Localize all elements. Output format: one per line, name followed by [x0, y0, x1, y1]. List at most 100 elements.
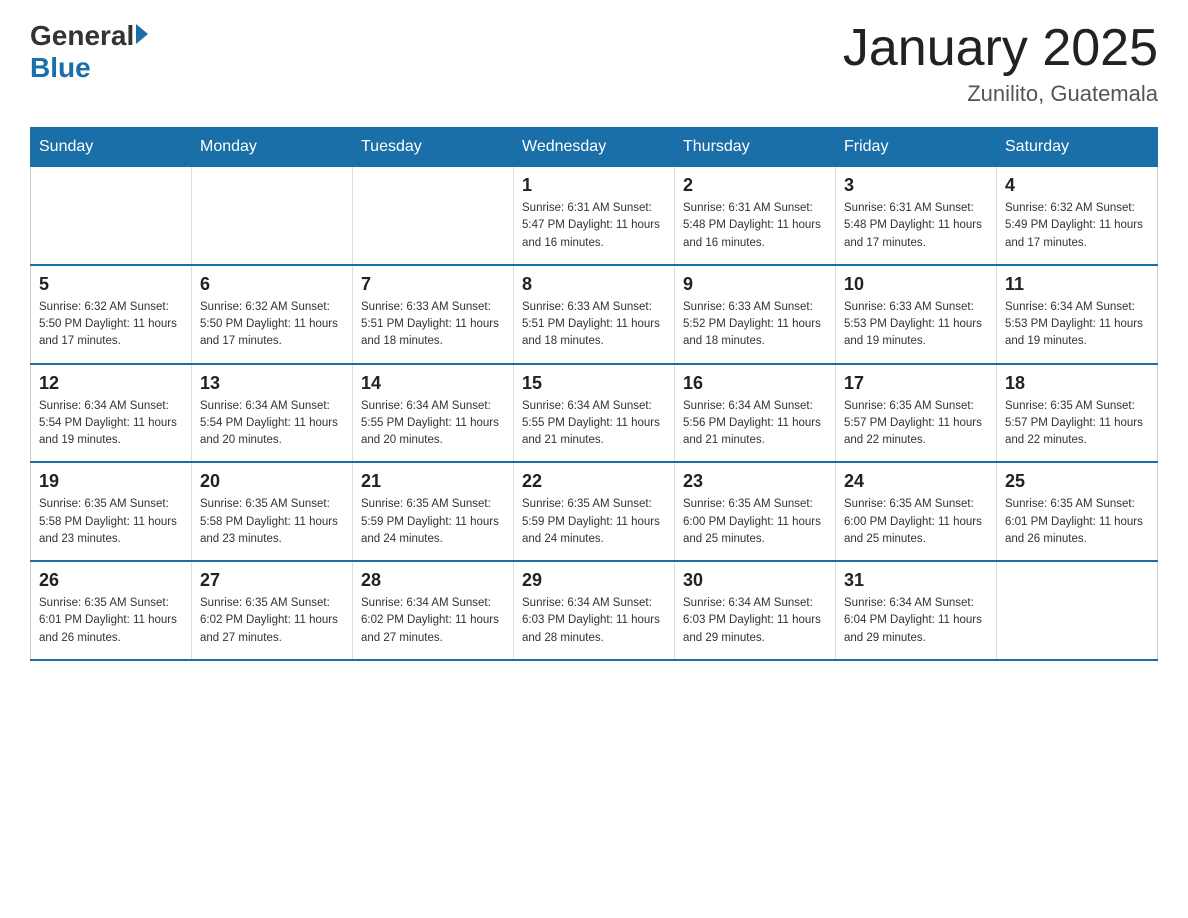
day-info: Sunrise: 6:32 AM Sunset: 5:49 PM Dayligh…	[1005, 200, 1149, 252]
calendar-cell: 18 Sunrise: 6:35 AM Sunset: 5:57 PM Dayli…	[997, 364, 1158, 463]
day-info: Sunrise: 6:31 AM Sunset: 5:48 PM Dayligh…	[683, 200, 827, 252]
calendar-cell: 21 Sunrise: 6:35 AM Sunset: 5:59 PM Dayli…	[353, 462, 514, 561]
calendar-cell: 20Sunrise: 6:35 AM Sunset: 5:58 PM Dayli…	[192, 462, 353, 561]
calendar-cell: 27 Sunrise: 6:35 AM Sunset: 6:02 PM Dayli…	[192, 561, 353, 660]
day-number: 10	[844, 274, 988, 295]
calendar-week-3: 12 Sunrise: 6:34 AM Sunset: 5:54 PM Dayli…	[31, 364, 1158, 463]
day-info: Sunrise: 6:34 AM Sunset: 5:53 PM Dayligh…	[1005, 299, 1149, 351]
title-section: January 2025 Zunilito, Guatemala	[843, 20, 1158, 107]
day-info: Sunrise: 6:35 AM Sunset: 5:58 PM Dayligh…	[39, 496, 183, 548]
day-number: 2	[683, 175, 827, 196]
calendar-cell: 14 Sunrise: 6:34 AM Sunset: 5:55 PM Dayli…	[353, 364, 514, 463]
day-info: Sunrise: 6:35 AM Sunset: 5:59 PM Dayligh…	[522, 496, 666, 548]
day-info: Sunrise: 6:35 AM Sunset: 6:01 PM Dayligh…	[1005, 496, 1149, 548]
day-info: Sunrise: 6:35 AM Sunset: 6:02 PM Dayligh…	[200, 595, 344, 647]
day-info: Sunrise: 6:31 AM Sunset: 5:48 PM Dayligh…	[844, 200, 988, 252]
logo: General Blue	[30, 20, 148, 84]
logo-arrow-icon	[136, 24, 148, 44]
day-number: 22	[522, 471, 666, 492]
day-info: Sunrise: 6:34 AM Sunset: 5:54 PM Dayligh…	[200, 398, 344, 450]
calendar-cell	[353, 167, 514, 265]
day-info: Sunrise: 6:34 AM Sunset: 5:55 PM Dayligh…	[522, 398, 666, 450]
calendar-cell: 28Sunrise: 6:34 AM Sunset: 6:02 PM Dayli…	[353, 561, 514, 660]
calendar-cell: 2 Sunrise: 6:31 AM Sunset: 5:48 PM Daylig…	[675, 167, 836, 265]
day-info: Sunrise: 6:34 AM Sunset: 5:54 PM Dayligh…	[39, 398, 183, 450]
calendar-cell: 9 Sunrise: 6:33 AM Sunset: 5:52 PM Daylig…	[675, 265, 836, 364]
day-number: 28	[361, 570, 505, 591]
calendar-cell: 4 Sunrise: 6:32 AM Sunset: 5:49 PM Daylig…	[997, 167, 1158, 265]
day-number: 15	[522, 373, 666, 394]
calendar-cell: 19Sunrise: 6:35 AM Sunset: 5:58 PM Dayli…	[31, 462, 192, 561]
calendar-cell	[997, 561, 1158, 660]
calendar-cell: 7Sunrise: 6:33 AM Sunset: 5:51 PM Daylig…	[353, 265, 514, 364]
day-number: 9	[683, 274, 827, 295]
calendar-cell: 25Sunrise: 6:35 AM Sunset: 6:01 PM Dayli…	[997, 462, 1158, 561]
day-number: 11	[1005, 274, 1149, 295]
day-info: Sunrise: 6:35 AM Sunset: 5:59 PM Dayligh…	[361, 496, 505, 548]
day-info: Sunrise: 6:34 AM Sunset: 5:55 PM Dayligh…	[361, 398, 505, 450]
calendar-cell: 3Sunrise: 6:31 AM Sunset: 5:48 PM Daylig…	[836, 167, 997, 265]
calendar-cell: 12 Sunrise: 6:34 AM Sunset: 5:54 PM Dayli…	[31, 364, 192, 463]
day-number: 20	[200, 471, 344, 492]
calendar-cell: 26 Sunrise: 6:35 AM Sunset: 6:01 PM Dayli…	[31, 561, 192, 660]
day-info: Sunrise: 6:33 AM Sunset: 5:53 PM Dayligh…	[844, 299, 988, 351]
calendar-header-row: SundayMondayTuesdayWednesdayThursdayFrid…	[31, 128, 1158, 167]
day-number: 31	[844, 570, 988, 591]
day-number: 6	[200, 274, 344, 295]
page-header: General Blue January 2025 Zunilito, Guat…	[30, 20, 1158, 107]
calendar-cell: 5Sunrise: 6:32 AM Sunset: 5:50 PM Daylig…	[31, 265, 192, 364]
day-info: Sunrise: 6:35 AM Sunset: 6:01 PM Dayligh…	[39, 595, 183, 647]
day-header-thursday: Thursday	[675, 128, 836, 167]
day-info: Sunrise: 6:35 AM Sunset: 6:00 PM Dayligh…	[683, 496, 827, 548]
day-info: Sunrise: 6:35 AM Sunset: 5:57 PM Dayligh…	[844, 398, 988, 450]
calendar-cell: 24 Sunrise: 6:35 AM Sunset: 6:00 PM Dayli…	[836, 462, 997, 561]
day-number: 26	[39, 570, 183, 591]
day-header-saturday: Saturday	[997, 128, 1158, 167]
day-info: Sunrise: 6:34 AM Sunset: 6:03 PM Dayligh…	[522, 595, 666, 647]
calendar-cell: 23 Sunrise: 6:35 AM Sunset: 6:00 PM Dayli…	[675, 462, 836, 561]
day-number: 5	[39, 274, 183, 295]
calendar-title: January 2025	[843, 20, 1158, 77]
day-header-friday: Friday	[836, 128, 997, 167]
calendar-cell: 1 Sunrise: 6:31 AM Sunset: 5:47 PM Daylig…	[514, 167, 675, 265]
calendar-cell: 8Sunrise: 6:33 AM Sunset: 5:51 PM Daylig…	[514, 265, 675, 364]
calendar-cell	[31, 167, 192, 265]
calendar-cell: 22 Sunrise: 6:35 AM Sunset: 5:59 PM Dayli…	[514, 462, 675, 561]
day-number: 23	[683, 471, 827, 492]
calendar-week-1: 1 Sunrise: 6:31 AM Sunset: 5:47 PM Daylig…	[31, 167, 1158, 265]
day-number: 12	[39, 373, 183, 394]
day-info: Sunrise: 6:35 AM Sunset: 6:00 PM Dayligh…	[844, 496, 988, 548]
calendar-cell: 11 Sunrise: 6:34 AM Sunset: 5:53 PM Dayli…	[997, 265, 1158, 364]
day-number: 29	[522, 570, 666, 591]
day-info: Sunrise: 6:34 AM Sunset: 6:03 PM Dayligh…	[683, 595, 827, 647]
day-info: Sunrise: 6:31 AM Sunset: 5:47 PM Dayligh…	[522, 200, 666, 252]
day-number: 24	[844, 471, 988, 492]
calendar-week-2: 5Sunrise: 6:32 AM Sunset: 5:50 PM Daylig…	[31, 265, 1158, 364]
day-number: 21	[361, 471, 505, 492]
day-header-wednesday: Wednesday	[514, 128, 675, 167]
day-number: 14	[361, 373, 505, 394]
day-number: 30	[683, 570, 827, 591]
day-header-monday: Monday	[192, 128, 353, 167]
calendar-subtitle: Zunilito, Guatemala	[843, 81, 1158, 107]
calendar-week-5: 26 Sunrise: 6:35 AM Sunset: 6:01 PM Dayli…	[31, 561, 1158, 660]
day-header-tuesday: Tuesday	[353, 128, 514, 167]
logo-general-text: General	[30, 20, 134, 52]
day-number: 27	[200, 570, 344, 591]
day-number: 17	[844, 373, 988, 394]
calendar-cell: 17 Sunrise: 6:35 AM Sunset: 5:57 PM Dayli…	[836, 364, 997, 463]
calendar-cell: 31Sunrise: 6:34 AM Sunset: 6:04 PM Dayli…	[836, 561, 997, 660]
day-number: 16	[683, 373, 827, 394]
day-info: Sunrise: 6:33 AM Sunset: 5:51 PM Dayligh…	[522, 299, 666, 351]
day-header-sunday: Sunday	[31, 128, 192, 167]
day-number: 13	[200, 373, 344, 394]
day-number: 4	[1005, 175, 1149, 196]
day-info: Sunrise: 6:33 AM Sunset: 5:52 PM Dayligh…	[683, 299, 827, 351]
calendar-cell: 29 Sunrise: 6:34 AM Sunset: 6:03 PM Dayli…	[514, 561, 675, 660]
logo-blue-text: Blue	[30, 52, 91, 84]
day-number: 18	[1005, 373, 1149, 394]
calendar-table: SundayMondayTuesdayWednesdayThursdayFrid…	[30, 127, 1158, 661]
day-number: 1	[522, 175, 666, 196]
calendar-cell: 13 Sunrise: 6:34 AM Sunset: 5:54 PM Dayli…	[192, 364, 353, 463]
day-info: Sunrise: 6:35 AM Sunset: 5:57 PM Dayligh…	[1005, 398, 1149, 450]
